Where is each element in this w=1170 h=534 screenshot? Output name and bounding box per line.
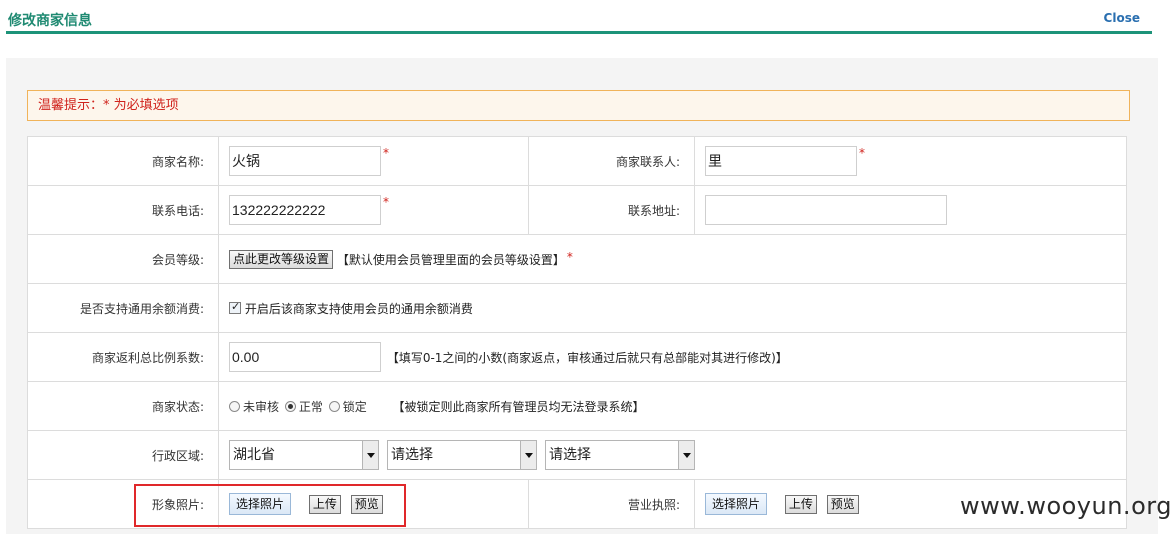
chevron-down-icon — [678, 441, 694, 469]
row-balance: 是否支持通用余额消费: 开启后该商家支持使用会员的通用余额消费 — [27, 283, 1127, 333]
row-name-contact: 商家名称: 火锅 * 商家联系人: 里 * — [27, 136, 1127, 186]
dialog-title: 修改商家信息 — [8, 13, 92, 29]
phone-input[interactable]: 132222222222 — [229, 195, 381, 225]
address-input[interactable] — [705, 195, 947, 225]
member-level-label: 会员等级: — [27, 234, 219, 284]
required-star: * — [566, 249, 573, 264]
license-label: 营业执照: — [528, 479, 695, 529]
balance-checkbox[interactable] — [229, 300, 241, 314]
status-label: 商家状态: — [27, 381, 219, 431]
ratio-input[interactable]: 0.00 — [229, 342, 381, 372]
status-option-label: 未审核 — [243, 399, 280, 414]
merchant-contact-input[interactable]: 里 — [705, 146, 857, 176]
required-star: * — [383, 195, 389, 209]
status-option-label: 正常 — [298, 399, 323, 414]
row-phone-address: 联系电话: 132222222222 * 联系地址: — [27, 185, 1127, 235]
merchant-name-label: 商家名称: — [27, 136, 219, 186]
preview-photo-button[interactable]: 预览 — [350, 494, 383, 514]
row-level: 会员等级: 点此更改等级设置 【默认使用会员管理里面的会员等级设置】 * — [27, 234, 1127, 284]
watermark: www.wooyun.org — [960, 492, 1170, 520]
address-label: 联系地址: — [528, 185, 695, 235]
upload-license-button[interactable]: 上传 — [784, 494, 817, 514]
balance-hint: 开启后该商家支持使用会员的通用余额消费 — [244, 301, 473, 316]
merchant-contact-label: 商家联系人: — [528, 136, 695, 186]
photo-label: 形象照片: — [27, 479, 219, 529]
change-level-button[interactable]: 点此更改等级设置 — [229, 249, 334, 269]
merchant-form: 商家名称: 火锅 * 商家联系人: 里 * 联系电话: 132222222222 * … — [27, 136, 1127, 529]
province-select[interactable]: 湖北省 — [229, 440, 379, 470]
city-value: 请选择 — [391, 447, 433, 463]
status-radio-locked[interactable] — [328, 400, 340, 412]
dialog-header: 修改商家信息 Close — [0, 0, 1170, 34]
member-level-hint: 【默认使用会员管理里面的会员等级设置】 — [336, 252, 565, 267]
upload-photo-button[interactable]: 上传 — [308, 494, 341, 514]
choose-license-button[interactable]: 选择照片 — [705, 493, 768, 515]
status-hint: 【被锁定则此商家所有管理员均无法登录系统】 — [392, 399, 645, 414]
preview-license-button[interactable]: 预览 — [826, 494, 859, 514]
status-radio-pending[interactable] — [229, 400, 240, 412]
region-label: 行政区域: — [27, 430, 219, 480]
chevron-down-icon — [362, 441, 378, 469]
row-status: 商家状态: 未审核 正常 锁定 【被锁定则此商家所有管理员均无法登录系统】 — [27, 381, 1127, 431]
phone-label: 联系电话: — [27, 185, 219, 235]
ratio-label: 商家返利总比例系数: — [27, 332, 219, 382]
status-option-label: 锁定 — [342, 399, 367, 414]
merchant-name-input[interactable]: 火锅 — [229, 146, 381, 176]
district-select[interactable]: 请选择 — [545, 440, 695, 470]
province-value: 湖北省 — [233, 447, 275, 463]
required-star: * — [859, 146, 865, 160]
row-region: 行政区域: 湖北省 请选择 请选择 — [27, 430, 1127, 480]
city-select[interactable]: 请选择 — [387, 440, 537, 470]
chevron-down-icon — [520, 441, 536, 469]
choose-photo-button[interactable]: 选择照片 — [229, 493, 292, 515]
ratio-hint: 【填写0-1之间的小数(商家返点，审核通过后就只有总部能对其进行修改)】 — [386, 350, 788, 365]
close-button[interactable]: Close — [1104, 11, 1140, 25]
balance-label: 是否支持通用余额消费: — [27, 283, 219, 333]
required-notice: 温馨提示：* 为必填选项 — [27, 90, 1130, 121]
status-radio-normal[interactable] — [284, 400, 296, 412]
header-divider — [6, 31, 1152, 34]
district-value: 请选择 — [549, 447, 591, 463]
required-star: * — [383, 146, 389, 160]
row-ratio: 商家返利总比例系数: 0.00 【填写0-1之间的小数(商家返点，审核通过后就只… — [27, 332, 1127, 382]
